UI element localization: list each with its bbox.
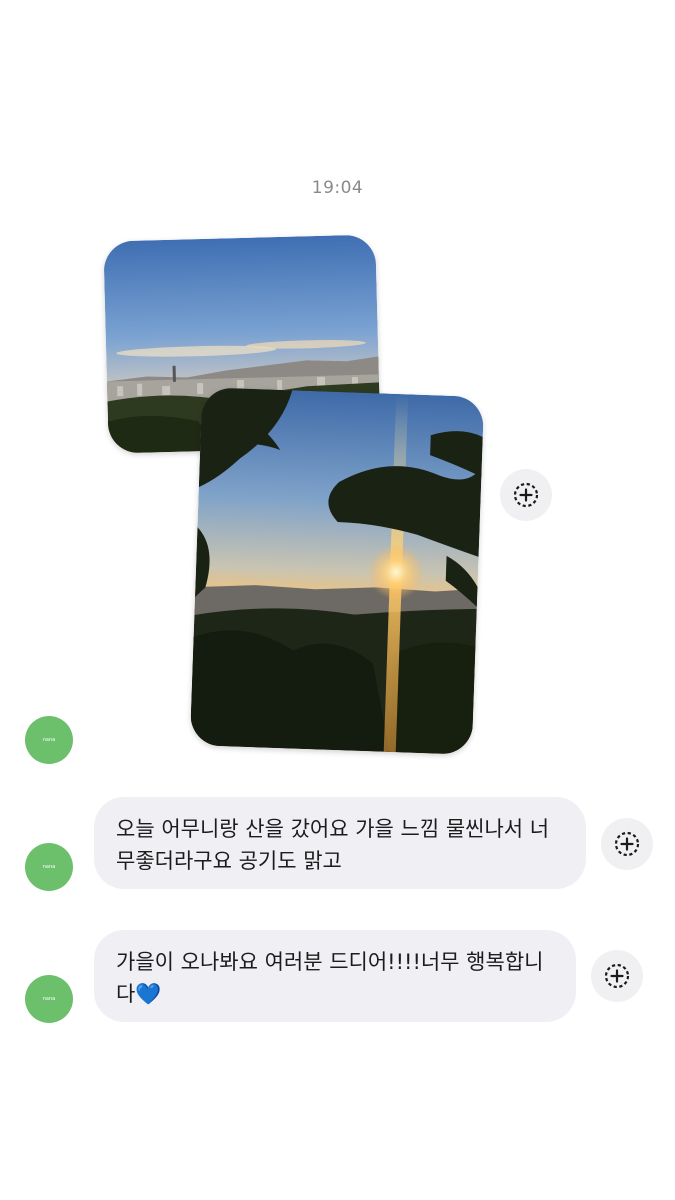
avatar[interactable]: nana (25, 716, 73, 764)
add-reaction-button[interactable] (601, 818, 653, 870)
add-reaction-icon (604, 963, 630, 989)
add-reaction-icon (513, 482, 539, 508)
message-bubble[interactable]: 오늘 어무니랑 산을 갔어요 가을 느낌 물씬나서 너 무좋더라구요 공기도 맑… (94, 797, 586, 889)
message-line: 오늘 어무니랑 산을 갔어요 가을 느낌 물씬나서 너 (116, 817, 550, 841)
message-timestamp: 19:04 (311, 178, 364, 198)
avatar[interactable]: nana (25, 843, 73, 891)
message-line: 무좋더라구요 공기도 맑고 (116, 849, 342, 873)
avatar[interactable]: nana (25, 975, 73, 1023)
message-line: 가을이 오나봐요 여러분 드디어!!!!너무 행복합니 (116, 950, 544, 974)
message-bubble[interactable]: 가을이 오나봐요 여러분 드디어!!!!너무 행복합니 다💙 (94, 930, 576, 1022)
add-reaction-button[interactable] (500, 469, 552, 521)
message-line: 다💙 (116, 982, 162, 1006)
add-reaction-button[interactable] (591, 950, 643, 1002)
sunset-pine-photo[interactable] (189, 387, 485, 755)
avatar-label: nana (42, 864, 56, 870)
chat-screen: 19:04 nana nana 오늘 어무니랑 산을 갔어요 가을 느낌 물씬나… (0, 0, 675, 1200)
avatar-label: nana (42, 996, 56, 1002)
avatar-label: nana (42, 737, 56, 743)
sunset-pine-image (189, 387, 485, 755)
add-reaction-icon (614, 831, 640, 857)
